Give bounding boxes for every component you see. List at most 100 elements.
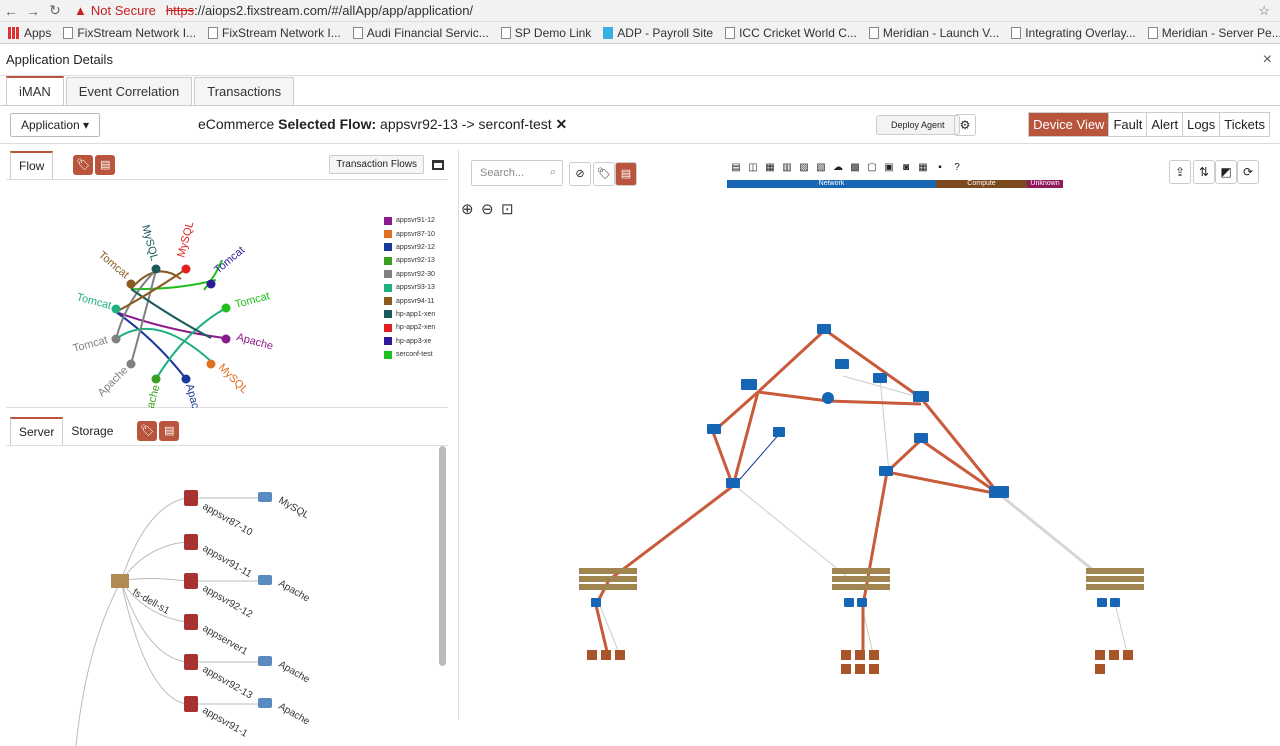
legend-swatch bbox=[384, 283, 392, 292]
bookmark-item[interactable]: Meridian - Launch V... bbox=[868, 26, 999, 40]
node-label: Tomcat bbox=[234, 290, 271, 311]
legend-label: appsvr93-13 bbox=[396, 284, 435, 292]
page-icon bbox=[1011, 26, 1022, 39]
legend-item[interactable]: serconf-test bbox=[384, 348, 435, 361]
bookmark-item[interactable]: FixStream Network I... bbox=[63, 26, 196, 40]
legend-swatch bbox=[384, 230, 392, 239]
legend-swatch bbox=[384, 337, 392, 346]
comment-icon[interactable]: ▤ bbox=[159, 420, 180, 441]
tab-event-correlation[interactable]: Event Correlation bbox=[65, 77, 193, 105]
deploy-agent-button[interactable]: Deploy Agent bbox=[876, 114, 960, 135]
maximize-icon[interactable] bbox=[432, 159, 444, 170]
tickets-button[interactable]: Tickets bbox=[1219, 113, 1269, 136]
flow-panel-header: Flow 🏷 ▤ Transaction Flows bbox=[6, 150, 448, 180]
application-dropdown[interactable]: Application ▾ bbox=[10, 112, 101, 137]
flow-value: appsvr92-13 -> serconf-test bbox=[376, 116, 552, 132]
legend-item[interactable]: hp-app1-xen bbox=[384, 308, 435, 321]
tab-flow[interactable]: Flow bbox=[10, 150, 54, 179]
legend-item[interactable]: appsvr93-13 bbox=[384, 281, 435, 294]
legend-item[interactable]: appsvr94-11 bbox=[384, 294, 435, 307]
app-label: Apache bbox=[277, 578, 312, 605]
node-label: Tomcat bbox=[75, 291, 112, 312]
bookmark-item[interactable]: Integrating Overlay... bbox=[1011, 26, 1136, 40]
bookmark-label: ICC Cricket World C... bbox=[739, 25, 857, 40]
alert-button[interactable]: Alert bbox=[1146, 113, 1183, 136]
server-label: appsvr91-11 bbox=[201, 543, 254, 580]
tag-icon[interactable]: 🏷 bbox=[73, 154, 94, 175]
bookmark-item[interactable]: ADP - Payroll Site bbox=[603, 26, 713, 40]
page-icon bbox=[500, 26, 511, 39]
page-icon bbox=[352, 26, 363, 39]
legend-label: appsvr91-12 bbox=[396, 217, 435, 225]
legend-item[interactable]: hp-app3-xe bbox=[384, 335, 435, 348]
node-label: Apache bbox=[183, 383, 204, 408]
comment-icon[interactable]: ▤ bbox=[95, 154, 116, 175]
legend-swatch bbox=[384, 270, 392, 279]
legend-swatch bbox=[384, 310, 392, 319]
bookmark-item[interactable]: Audi Financial Servic... bbox=[352, 26, 489, 40]
app-label: MySQL bbox=[277, 495, 312, 521]
legend-item[interactable]: appsvr92-13 bbox=[384, 254, 435, 267]
app-label: Apache bbox=[277, 701, 312, 728]
reload-icon[interactable]: ↻ bbox=[44, 2, 66, 19]
bookmark-star-icon[interactable]: ☆ bbox=[1258, 3, 1270, 19]
server-label: appsvr91-1 bbox=[201, 705, 250, 740]
legend-item[interactable]: appsvr87-10 bbox=[384, 227, 435, 240]
bookmark-item[interactable]: FixStream Network I... bbox=[208, 26, 341, 40]
page-icon bbox=[603, 26, 614, 39]
legend-swatch bbox=[384, 243, 392, 252]
legend-item[interactable]: appsvr91-12 bbox=[384, 214, 435, 227]
forward-icon[interactable]: → bbox=[22, 3, 44, 19]
node-label: MySQL bbox=[216, 362, 250, 396]
page-icon bbox=[868, 26, 879, 39]
tab-iman[interactable]: iMAN bbox=[6, 76, 64, 105]
agent-settings-icon[interactable]: ⚙ bbox=[954, 113, 976, 136]
legend-label: hp-app2-xen bbox=[396, 324, 436, 332]
legend-label: serconf-test bbox=[396, 351, 433, 359]
bookmark-label: ADP - Payroll Site bbox=[617, 25, 714, 40]
legend-label: appsvr87-10 bbox=[396, 230, 435, 238]
node-label: Apache bbox=[141, 384, 162, 408]
window-title: Application Details bbox=[6, 52, 113, 67]
bookmark-apps[interactable]: Apps bbox=[8, 26, 51, 40]
node-label: Tomcat bbox=[72, 334, 109, 355]
legend-swatch bbox=[384, 256, 392, 265]
root-server-icon bbox=[111, 574, 129, 588]
network-devices bbox=[591, 324, 1120, 607]
transaction-flows-button[interactable]: Transaction Flows bbox=[329, 155, 424, 174]
legend-label: appsvr94-11 bbox=[396, 297, 435, 305]
fault-button[interactable]: Fault bbox=[1108, 113, 1147, 136]
bookmark-item[interactable]: SP Demo Link bbox=[500, 26, 591, 40]
device-view-button[interactable]: Device View bbox=[1029, 113, 1109, 136]
legend-label: hp-app3-xe bbox=[396, 337, 432, 345]
server-label: appsvr92-13 bbox=[201, 664, 255, 702]
server-label: appserver1 bbox=[201, 623, 250, 658]
legend-item[interactable]: appsvr92-30 bbox=[384, 268, 435, 281]
bookmarks-bar: Apps FixStream Network I... FixStream Ne… bbox=[0, 22, 1280, 44]
scrollbar[interactable] bbox=[439, 446, 446, 666]
legend-item[interactable]: hp-app2-xen bbox=[384, 321, 435, 334]
node-label: Tomcat bbox=[212, 244, 247, 276]
bookmark-item[interactable]: ICC Cricket World C... bbox=[725, 26, 857, 40]
legend-swatch bbox=[384, 297, 392, 306]
logs-button[interactable]: Logs bbox=[1182, 113, 1220, 136]
page-icon bbox=[63, 26, 74, 39]
tab-storage[interactable]: Storage bbox=[63, 418, 121, 444]
legend-label: appsvr92-13 bbox=[396, 257, 435, 265]
close-icon[interactable]: × bbox=[1263, 51, 1272, 69]
flow-graph-area: Tomcat MySQL MySQL Tomcat Tomcat Apache … bbox=[6, 180, 448, 408]
legend-swatch bbox=[384, 216, 392, 225]
tab-server[interactable]: Server bbox=[10, 416, 64, 445]
node-label: MySQL bbox=[139, 224, 160, 263]
back-icon[interactable]: ← bbox=[0, 3, 22, 19]
url-field[interactable]: https://aiops2.fixstream.com/#/allApp/ap… bbox=[166, 3, 473, 18]
apps-grid-icon bbox=[8, 26, 20, 39]
bookmark-label: Meridian - Server Pe... bbox=[1161, 25, 1280, 40]
legend-item[interactable]: appsvr92-12 bbox=[384, 241, 435, 254]
security-indicator[interactable]: ▲ Not Secure bbox=[74, 3, 156, 18]
bookmark-item[interactable]: Meridian - Server Pe... bbox=[1147, 25, 1280, 40]
clear-flow-icon[interactable]: ✕ bbox=[556, 116, 568, 132]
bookmark-label: FixStream Network I... bbox=[77, 25, 197, 40]
tab-transactions[interactable]: Transactions bbox=[194, 77, 295, 105]
tag-icon[interactable]: 🏷 bbox=[137, 420, 158, 441]
